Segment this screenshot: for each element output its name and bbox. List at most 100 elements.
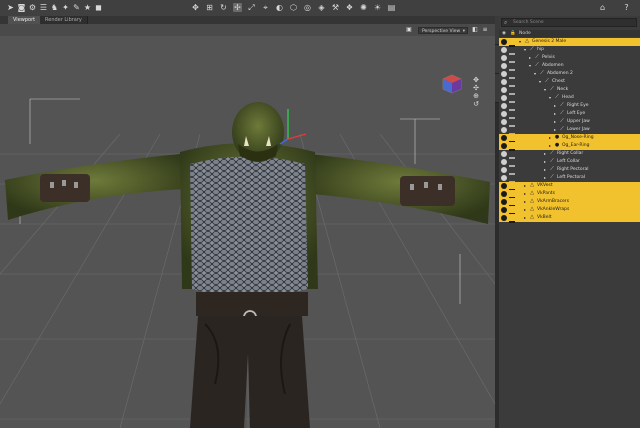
visibility-eye-icon[interactable]: [501, 111, 507, 117]
scene-tree-row[interactable]: ▸ ⟋ Pelvis: [499, 54, 640, 63]
scene-tree-row[interactable]: ▸ ⟋ Left Pectoral: [499, 174, 640, 183]
expand-arrow-right-icon[interactable]: ▸: [554, 118, 556, 126]
visibility-eye-icon[interactable]: [501, 167, 507, 173]
pan-icon[interactable]: ✣: [472, 84, 480, 92]
visibility-eye-icon[interactable]: [501, 143, 507, 149]
expand-arrow-right-icon[interactable]: ▸: [554, 110, 556, 118]
star-icon[interactable]: ★: [83, 3, 92, 12]
scene-tree-row[interactable]: ▾ ⟋ Neck: [499, 86, 640, 95]
cursor-icon[interactable]: ➤: [6, 3, 15, 12]
visibility-eye-icon[interactable]: [501, 151, 507, 157]
scene-tree-row[interactable]: ▸ ⟋ Left Eye: [499, 110, 640, 119]
visibility-eye-icon[interactable]: [501, 79, 507, 85]
expand-arrow-right-icon[interactable]: ▸: [529, 54, 531, 62]
scene-tree-row[interactable]: ▸ △ VKVest: [499, 182, 640, 191]
navigation-cube[interactable]: [442, 74, 462, 94]
pose-icon[interactable]: ✦: [61, 3, 70, 12]
orbit-icon[interactable]: ✥: [472, 76, 480, 84]
scene-tree-row[interactable]: ▾ ⟋ Abdomen: [499, 62, 640, 71]
visibility-eye-icon[interactable]: [501, 87, 507, 93]
visibility-eye-icon[interactable]: [501, 127, 507, 133]
expand-arrow-right-icon[interactable]: ▸: [524, 190, 526, 198]
surface-icon[interactable]: ◈: [317, 3, 326, 12]
scene-tree-row[interactable]: ▸ ● Og_Ear-Ring: [499, 142, 640, 151]
zoom-icon[interactable]: ⊕: [472, 92, 480, 100]
visibility-eye-icon[interactable]: [501, 119, 507, 125]
expand-arrow-down-icon[interactable]: ▾: [539, 78, 541, 86]
expand-arrow-right-icon[interactable]: ▸: [554, 126, 556, 134]
expand-arrow-right-icon[interactable]: ▸: [524, 214, 526, 222]
camera-view-icon[interactable]: ▤: [387, 3, 396, 12]
expand-arrow-right-icon[interactable]: ▸: [544, 158, 546, 166]
expand-arrow-right-icon[interactable]: ▸: [549, 142, 551, 150]
scene-tree-row[interactable]: ▸ △ VkBelt: [499, 214, 640, 223]
expand-arrow-right-icon[interactable]: ▸: [549, 134, 551, 142]
scene-tree-row[interactable]: ▸ ⟋ Right Eye: [499, 102, 640, 111]
expand-arrow-down-icon[interactable]: ▾: [549, 94, 551, 102]
move-joint-icon[interactable]: ⌖: [261, 3, 270, 12]
frame-icon[interactable]: ↺: [472, 100, 480, 108]
tab-render-library[interactable]: Render Library: [40, 16, 88, 24]
render-icon[interactable]: ❖: [345, 3, 354, 12]
scene-tree-row[interactable]: ▸ △ VkAnkleWraps: [499, 206, 640, 215]
lock-icon[interactable]: ⌂: [598, 3, 607, 12]
selectable-toggle-icon[interactable]: [509, 215, 515, 223]
geometry-icon[interactable]: ⬡: [289, 3, 298, 12]
scene-tree-row[interactable]: ▾ △ Genesis 2 Male: [499, 38, 640, 47]
expand-arrow-right-icon[interactable]: ▸: [524, 206, 526, 214]
scene-tree-row[interactable]: ▸ △ VkPants: [499, 190, 640, 199]
scene-tree-row[interactable]: ▾ ⟋ Abdomen 2: [499, 70, 640, 79]
scale-icon[interactable]: ⤢: [247, 3, 256, 12]
expand-arrow-right-icon[interactable]: ▸: [544, 166, 546, 174]
scene-tree-row[interactable]: ▾ ⟋ hip: [499, 46, 640, 55]
visibility-eye-icon[interactable]: [501, 55, 507, 61]
expand-arrow-down-icon[interactable]: ▾: [519, 38, 521, 46]
expand-arrow-right-icon[interactable]: ▸: [544, 150, 546, 158]
visibility-eye-icon[interactable]: [501, 71, 507, 77]
expand-arrow-right-icon[interactable]: ▸: [524, 182, 526, 190]
rotate-icon[interactable]: ↻: [219, 3, 228, 12]
search-input[interactable]: ⌕ Search Scene: [501, 18, 637, 27]
scene-tree-row[interactable]: ▸ ● Og_Nose-Ring: [499, 134, 640, 143]
visibility-eye-icon[interactable]: [501, 159, 507, 165]
tool-icon[interactable]: ⚒: [331, 3, 340, 12]
expand-arrow-right-icon[interactable]: ▸: [544, 174, 546, 182]
layers-icon[interactable]: ☰: [39, 3, 48, 12]
spot-render-icon[interactable]: ◎: [303, 3, 312, 12]
visibility-eye-icon[interactable]: [501, 215, 507, 221]
light-icon[interactable]: ☀: [373, 3, 382, 12]
help-icon[interactable]: ?: [622, 3, 631, 12]
expand-arrow-right-icon[interactable]: ▸: [554, 102, 556, 110]
visibility-eye-icon[interactable]: [501, 175, 507, 181]
scene-tree-row[interactable]: ▾ ⟋ Chest: [499, 78, 640, 87]
node-weight-icon[interactable]: ⊞: [205, 3, 214, 12]
scene-tree-row[interactable]: ▸ ⟋ Left Collar: [499, 158, 640, 167]
scene-tree-row[interactable]: ▸ ⟋ Lower Jaw: [499, 126, 640, 135]
universal-tool-icon[interactable]: ✥: [191, 3, 200, 12]
translate-icon[interactable]: ✢: [233, 3, 242, 12]
visibility-eye-icon[interactable]: [501, 95, 507, 101]
visibility-eye-icon[interactable]: [501, 63, 507, 69]
expand-arrow-down-icon[interactable]: ▾: [524, 46, 526, 54]
scene-tree-row[interactable]: ▸ △ VkArmBracers: [499, 198, 640, 207]
figure-icon[interactable]: ♞: [50, 3, 59, 12]
visibility-eye-icon[interactable]: [501, 183, 507, 189]
3d-viewport[interactable]: ▣ Perspective View ▾ ◧ ≡ ✥ ✣ ⊕ ↺: [0, 24, 495, 428]
scene-tree-row[interactable]: ▸ ⟋ Right Collar: [499, 150, 640, 159]
region-icon[interactable]: ◐: [275, 3, 284, 12]
scene-tree-row[interactable]: ▸ ⟋ Right Pectoral: [499, 166, 640, 175]
camera-icon[interactable]: ◙: [17, 3, 26, 12]
visibility-eye-icon[interactable]: [501, 47, 507, 53]
expand-arrow-right-icon[interactable]: ▸: [524, 198, 526, 206]
gear-icon[interactable]: ⚙: [28, 3, 37, 12]
expand-arrow-down-icon[interactable]: ▾: [534, 70, 536, 78]
visibility-eye-icon[interactable]: [501, 199, 507, 205]
scene-tree-row[interactable]: ▾ ⟋ Head: [499, 94, 640, 103]
visibility-eye-icon[interactable]: [501, 207, 507, 213]
visibility-eye-icon[interactable]: [501, 191, 507, 197]
cube-icon[interactable]: ◼: [94, 3, 103, 12]
visibility-eye-icon[interactable]: [501, 135, 507, 141]
visibility-eye-icon[interactable]: [501, 103, 507, 109]
tab-viewport[interactable]: Viewport: [8, 16, 42, 24]
expand-arrow-down-icon[interactable]: ▾: [529, 62, 531, 70]
